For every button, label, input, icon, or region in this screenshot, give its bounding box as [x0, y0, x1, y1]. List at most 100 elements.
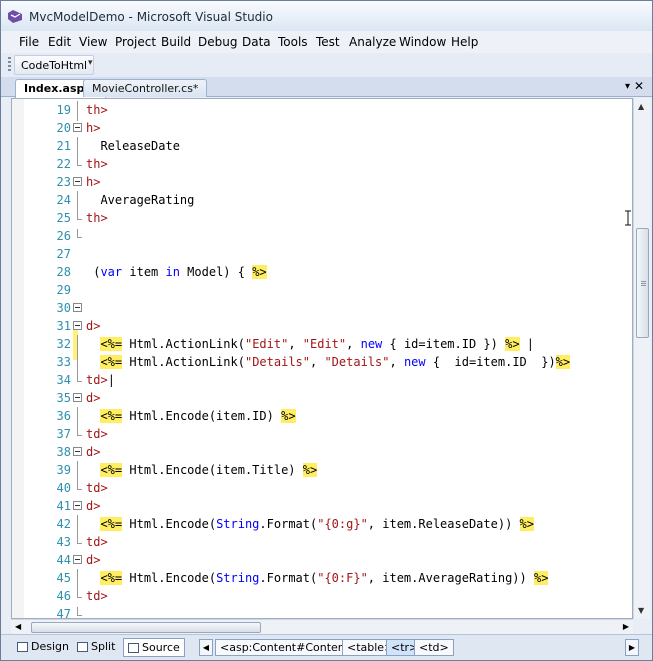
line-number: 45: [56, 571, 71, 585]
collapse-outline-icon[interactable]: [73, 301, 82, 315]
code-line[interactable]: 47: [12, 605, 632, 618]
menu-edit[interactable]: Edit: [48, 35, 71, 49]
line-number: 35: [56, 391, 71, 405]
code-text: <%= Html.Encode(String.Format("{0:g}", i…: [86, 515, 534, 533]
code-line[interactable]: 40 td>: [12, 479, 632, 497]
code-token: |: [519, 337, 535, 351]
line-number: 24: [56, 193, 71, 207]
code-line[interactable]: 24 AverageRating: [12, 191, 632, 211]
code-line[interactable]: 43 td>: [12, 533, 632, 551]
code-line[interactable]: 30: [12, 299, 632, 317]
tab-movie-controller[interactable]: MovieController.cs*: [83, 79, 208, 97]
collapse-outline-icon[interactable]: [73, 391, 82, 405]
code-line[interactable]: 46 td>: [12, 587, 632, 605]
code-line[interactable]: 31 d>: [12, 317, 632, 335]
code-line[interactable]: 19 th>: [12, 101, 632, 121]
scroll-up-arrow-icon[interactable]: ▲: [638, 102, 644, 111]
menu-test[interactable]: Test: [316, 35, 340, 49]
code-line[interactable]: 23 h>: [12, 173, 632, 191]
code-text: td>: [86, 425, 108, 443]
collapse-outline-icon[interactable]: [73, 553, 82, 567]
code-line[interactable]: 34 td>|: [12, 371, 632, 389]
code-token: d>: [86, 445, 101, 459]
code-line[interactable]: 28 (var item in Model) { %>: [12, 263, 632, 281]
code-line[interactable]: 44 d>: [12, 551, 632, 569]
view-mode-bar: Design Split Source ◀ <asp:Content#Conte…: [1, 634, 652, 660]
code-token: , item.AverageRating)): [367, 571, 534, 585]
code-token: Html.ActionLink(: [122, 337, 245, 351]
code-line[interactable]: 29: [12, 281, 632, 299]
code-line[interactable]: 21 ReleaseDate: [12, 137, 632, 157]
code-token: "Edit": [302, 337, 347, 351]
vertical-scroll-thumb[interactable]: [636, 228, 649, 338]
split-view-label: Split: [91, 640, 116, 653]
code-editor[interactable]: 19 th> 20 h> 21 ReleaseDate 22 th> 23 h> 24 Avera…: [11, 98, 633, 619]
code-line[interactable]: 39 <%= Html.Encode(item.Title) %>: [12, 461, 632, 481]
code-line[interactable]: 20 h>: [12, 119, 632, 137]
code-line[interactable]: 33 <%= Html.ActionLink("Details", "Detai…: [12, 353, 632, 373]
code-token: th>: [86, 103, 108, 117]
source-view-button[interactable]: Source: [123, 638, 185, 657]
menu-data[interactable]: Data: [242, 35, 271, 49]
code-token: %>: [252, 265, 267, 279]
line-number: 40: [56, 481, 71, 495]
code-line[interactable]: 35 d>: [12, 389, 632, 407]
scroll-left-arrow-icon[interactable]: ◀: [15, 622, 21, 631]
line-number: 25: [56, 211, 71, 225]
code-token: %>: [533, 571, 549, 585]
code-line[interactable]: 41 d>: [12, 497, 632, 515]
menu-help[interactable]: Help: [451, 35, 478, 49]
line-number: 31: [56, 319, 71, 333]
code-token: td>: [86, 427, 108, 441]
toolbar-grip-handle[interactable]: [8, 57, 11, 73]
code-text: d>: [86, 317, 100, 335]
code-to-html-button[interactable]: CodeToHtml: [14, 55, 95, 75]
code-line[interactable]: 25 th>: [12, 209, 632, 227]
close-document-icon[interactable]: ✕: [634, 79, 644, 93]
code-line[interactable]: 22 th>: [12, 155, 632, 173]
code-line[interactable]: 26: [12, 227, 632, 245]
menu-analyze[interactable]: Analyze: [349, 35, 396, 49]
menu-view[interactable]: View: [79, 35, 107, 49]
code-token: "{0:F}": [317, 571, 368, 585]
breadcrumb-right-arrow-icon[interactable]: ▶: [625, 639, 639, 656]
menu-window[interactable]: Window: [399, 35, 446, 49]
code-line[interactable]: 32 <%= Html.ActionLink("Edit", "Edit", n…: [12, 335, 632, 355]
code-token: ,: [389, 355, 404, 369]
split-view-button[interactable]: Split: [73, 638, 119, 657]
tab-list-dropdown-icon[interactable]: ▾: [625, 81, 630, 92]
horizontal-scrollbar[interactable]: ◀ ▶: [11, 619, 633, 634]
menu-project[interactable]: Project: [115, 35, 156, 49]
menu-tools[interactable]: Tools: [278, 35, 308, 49]
collapse-outline-icon[interactable]: [73, 319, 82, 333]
code-token: String: [216, 517, 260, 531]
code-token: new: [403, 355, 426, 369]
vertical-scrollbar[interactable]: ▲ ▼: [633, 98, 650, 619]
horizontal-scroll-thumb[interactable]: [31, 622, 261, 633]
design-view-button[interactable]: Design: [13, 638, 73, 657]
menu-debug[interactable]: Debug: [198, 35, 237, 49]
menu-file[interactable]: File: [19, 35, 39, 49]
code-token: <%=: [100, 571, 123, 585]
breadcrumb-left-arrow-icon[interactable]: ◀: [199, 639, 213, 656]
code-line[interactable]: 42 <%= Html.Encode(String.Format("{0:g}"…: [12, 515, 632, 535]
collapse-outline-icon[interactable]: [73, 175, 82, 189]
code-line[interactable]: 27: [12, 245, 632, 263]
menu-build[interactable]: Build: [161, 35, 191, 49]
code-line[interactable]: 36 <%= Html.Encode(item.ID) %>: [12, 407, 632, 427]
collapse-outline-icon[interactable]: [73, 445, 82, 459]
scroll-grip-icon: [641, 281, 646, 287]
scroll-down-arrow-icon[interactable]: ▼: [638, 606, 644, 615]
collapse-outline-icon[interactable]: [73, 499, 82, 513]
visual-studio-app-icon[interactable]: [7, 8, 23, 24]
breadcrumb-td[interactable]: <td>: [414, 639, 454, 656]
collapse-outline-icon[interactable]: [73, 121, 82, 135]
toolbar-overflow-icon[interactable]: ▾: [88, 58, 93, 68]
split-view-icon: [77, 642, 88, 652]
code-line[interactable]: 38 d>: [12, 443, 632, 461]
code-line[interactable]: 37 td>: [12, 425, 632, 443]
scroll-right-arrow-icon[interactable]: ▶: [623, 622, 629, 631]
visual-studio-window: MvcModelDemo - Microsoft Visual Studio F…: [0, 0, 653, 661]
code-line[interactable]: 45 <%= Html.Encode(String.Format("{0:F}"…: [12, 569, 632, 589]
